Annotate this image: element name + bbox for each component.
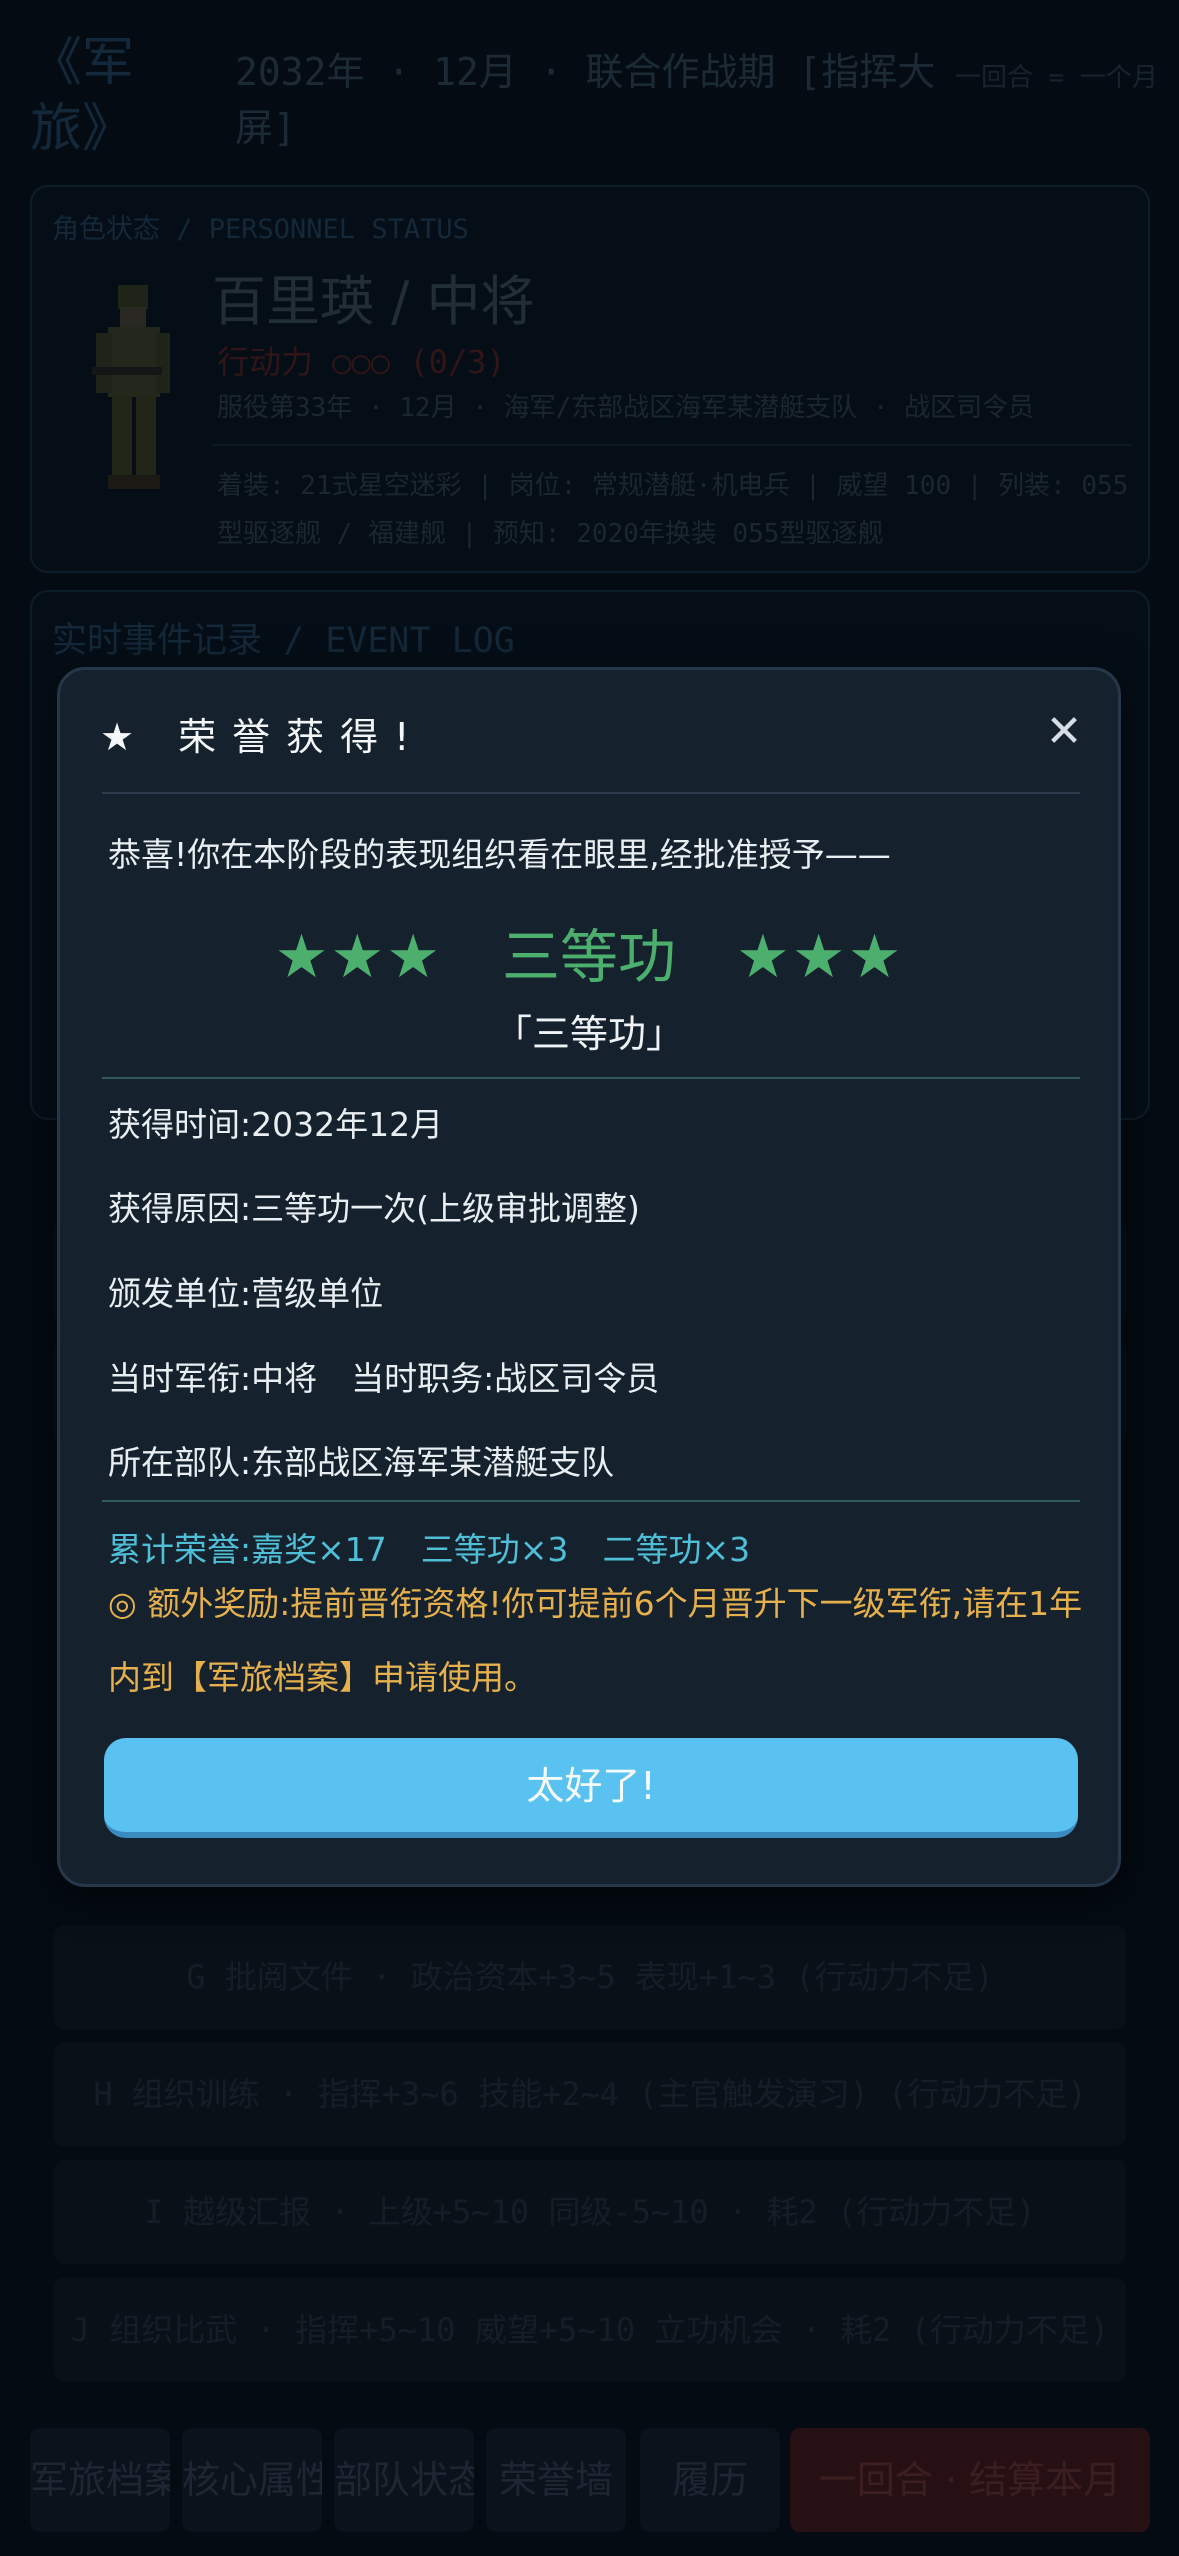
award-reason-row: 获得原因:三等功一次(上级审批调整) [108, 1182, 640, 1230]
unit-row: 所在部队:东部战区海军某潜艇支队 [108, 1436, 614, 1484]
total-commendations: 嘉奖×17 [251, 1530, 387, 1569]
rank-post-row: 当时军衔:中将 当时职务:战区司令员 [108, 1352, 659, 1400]
post-label: 当时职务: [351, 1359, 495, 1398]
rank-label: 当时军衔: [108, 1359, 252, 1398]
dialog-title: ★ 荣誉获得! [100, 715, 426, 759]
issuer-value: 营级单位 [251, 1274, 384, 1313]
award-intro-text: 恭喜!你在本阶段的表现组织看在眼里,经批准授予—— [108, 835, 891, 874]
honor-award-dialog: ★ 荣誉获得! ✕ 恭喜!你在本阶段的表现组织看在眼里,经批准授予—— ★★★ 三… [57, 667, 1121, 1887]
confirm-button[interactable]: 太好了! [104, 1738, 1078, 1838]
award-reason-value: 三等功一次(上级审批调整) [251, 1189, 640, 1228]
close-icon[interactable]: ✕ [1038, 706, 1090, 758]
award-reason-label: 获得原因: [108, 1189, 252, 1228]
merit-quoted-name: 「三等功」 [493, 1012, 684, 1056]
award-time-label: 获得时间: [108, 1105, 252, 1144]
rank-value: 中将 [251, 1359, 318, 1398]
title-divider [102, 792, 1080, 794]
bonus-reward-text: ◎ 额外奖励:提前晋衔资格!你可提前6个月晋升下一级军衔,请在1年内到【军旅档案… [108, 1584, 1083, 1697]
total-third-class-merits: 三等功×3 [420, 1530, 569, 1569]
total-second-class-merits: 二等功×3 [602, 1530, 751, 1569]
unit-value: 东部战区海军某潜艇支队 [251, 1443, 615, 1482]
unit-label: 所在部队: [108, 1443, 252, 1482]
details-divider-bottom [102, 1500, 1080, 1502]
details-divider-top [102, 1077, 1080, 1079]
total-honors-label: 累计荣誉: [108, 1530, 252, 1569]
star-icon-group-right: ★★★ [736, 922, 904, 992]
post-value: 战区司令员 [494, 1359, 660, 1398]
award-time-value: 2032年12月 [251, 1105, 444, 1144]
total-honors-line: 累计荣誉:嘉奖×17 三等功×3 二等功×3 [108, 1523, 750, 1571]
issuer-row: 颁发单位:营级单位 [108, 1267, 383, 1315]
award-time-row: 获得时间:2032年12月 [108, 1098, 443, 1146]
merit-name: 三等功 [501, 923, 676, 991]
issuer-label: 颁发单位: [108, 1274, 252, 1313]
merit-banner: ★★★ 三等功 ★★★ [60, 910, 1118, 994]
star-icon-group-left: ★★★ [274, 922, 442, 992]
